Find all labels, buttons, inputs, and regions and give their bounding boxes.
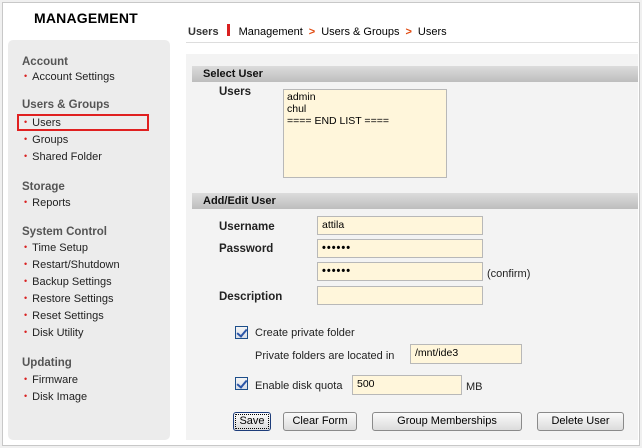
- page-title: Users: [188, 26, 219, 38]
- sidebar-item-backup-settings[interactable]: • Backup Settings: [24, 276, 112, 288]
- sidebar-item-firmware[interactable]: • Firmware: [24, 374, 78, 386]
- description-input[interactable]: [317, 286, 483, 305]
- list-item[interactable]: admin: [287, 91, 443, 103]
- bullet-icon: •: [24, 310, 28, 320]
- password-label: Password: [219, 243, 274, 255]
- list-item[interactable]: chul: [287, 103, 443, 115]
- chevron-right-icon: >: [405, 26, 412, 38]
- bullet-icon: •: [24, 71, 28, 81]
- add-edit-user-header: Add/Edit User: [192, 193, 638, 209]
- sidebar-item-disk-utility[interactable]: • Disk Utility: [24, 327, 84, 339]
- group-memberships-button[interactable]: Group Memberships: [372, 412, 522, 431]
- bullet-icon: •: [24, 276, 28, 286]
- confirm-password-input[interactable]: ••••••: [317, 262, 483, 281]
- header-divider: [186, 42, 638, 43]
- select-user-header: Select User: [192, 66, 638, 82]
- save-button[interactable]: Save: [233, 412, 271, 431]
- username-label: Username: [219, 221, 275, 233]
- bullet-icon: •: [24, 134, 28, 144]
- title-divider: [226, 24, 230, 36]
- sidebar-section-account: Account: [22, 56, 68, 68]
- quota-unit: MB: [466, 381, 483, 393]
- sidebar-item-restore-settings[interactable]: • Restore Settings: [24, 293, 113, 305]
- bullet-icon: •: [24, 374, 28, 384]
- password-input[interactable]: ••••••: [317, 239, 483, 258]
- sidebar-item-restart-shutdown[interactable]: • Restart/Shutdown: [24, 259, 120, 271]
- users-label: Users: [219, 86, 251, 98]
- bullet-icon: •: [24, 197, 28, 207]
- sidebar-title: MANAGEMENT: [34, 10, 138, 26]
- sidebar-item-account-settings[interactable]: • Account Settings: [24, 71, 115, 83]
- private-folder-label: Create private folder: [255, 327, 355, 339]
- bullet-icon: •: [24, 259, 28, 269]
- sidebar-item-reports[interactable]: • Reports: [24, 197, 71, 209]
- sidebar-item-disk-image[interactable]: • Disk Image: [24, 391, 87, 403]
- bullet-icon: •: [24, 391, 28, 401]
- username-input[interactable]: attila: [317, 216, 483, 235]
- confirm-label: (confirm): [487, 268, 531, 280]
- disk-quota-input[interactable]: 500: [352, 375, 462, 395]
- bullet-icon: •: [24, 117, 28, 127]
- description-label: Description: [219, 291, 283, 303]
- private-folder-checkbox[interactable]: [235, 326, 248, 339]
- bullet-icon: •: [24, 293, 28, 303]
- bullet-icon: •: [24, 151, 28, 161]
- sidebar-item-reset-settings[interactable]: • Reset Settings: [24, 310, 104, 322]
- sidebar-item-time-setup[interactable]: • Time Setup: [24, 242, 88, 254]
- private-location-label: Private folders are located in: [255, 350, 395, 362]
- breadcrumb-users-groups[interactable]: Users & Groups: [321, 26, 399, 38]
- breadcrumb-management[interactable]: Management: [239, 26, 303, 38]
- sidebar-section-users-groups: Users & Groups: [22, 99, 110, 111]
- disk-quota-checkbox[interactable]: [235, 377, 248, 390]
- delete-user-button[interactable]: Delete User: [537, 412, 624, 431]
- disk-quota-label: Enable disk quota: [255, 380, 343, 392]
- private-location-input[interactable]: /mnt/ide3: [410, 344, 522, 364]
- bullet-icon: •: [24, 242, 28, 252]
- list-item[interactable]: ==== END LIST ====: [287, 115, 443, 127]
- breadcrumb: Users Management > Users & Groups > Users: [188, 24, 447, 38]
- sidebar-item-users[interactable]: • Users: [24, 117, 61, 129]
- sidebar-item-shared-folder[interactable]: • Shared Folder: [24, 151, 102, 163]
- sidebar-item-groups[interactable]: • Groups: [24, 134, 68, 146]
- sidebar-section-system-control: System Control: [22, 226, 107, 238]
- clear-form-button[interactable]: Clear Form: [283, 412, 357, 431]
- breadcrumb-users[interactable]: Users: [418, 26, 447, 38]
- bullet-icon: •: [24, 327, 28, 337]
- users-listbox[interactable]: admin chul ==== END LIST ====: [283, 89, 447, 178]
- sidebar-section-storage: Storage: [22, 181, 65, 193]
- chevron-right-icon: >: [308, 26, 316, 38]
- sidebar-section-updating: Updating: [22, 357, 72, 369]
